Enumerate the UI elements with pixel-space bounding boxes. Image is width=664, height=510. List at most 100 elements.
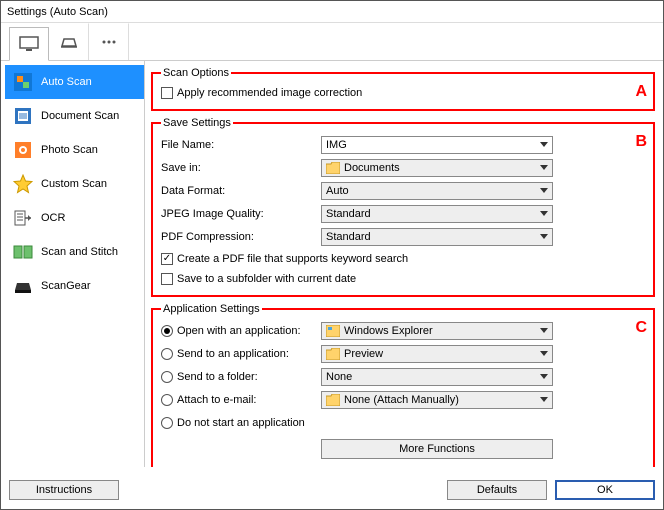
explorer-icon [326,325,340,337]
radio-icon [161,325,173,337]
open-with-radio[interactable]: Open with an application: [161,321,321,341]
send-to-folder-label: Send to a folder: [177,371,258,383]
chevron-down-icon [536,323,552,339]
sidebar-item-custom-scan[interactable]: Custom Scan [5,167,144,201]
document-scan-icon [13,106,33,126]
send-to-folder-radio[interactable]: Send to a folder: [161,367,321,387]
chevron-down-icon [536,229,552,245]
sidebar-item-label: Document Scan [41,110,119,122]
auto-scan-icon [13,72,33,92]
annotation-b: B [635,133,647,151]
do-not-start-radio[interactable]: Do not start an application [161,413,321,433]
send-to-app-value: Preview [344,348,383,360]
checkbox-icon [161,87,173,99]
save-subfolder-label: Save to a subfolder with current date [177,273,356,285]
folder-icon [326,348,340,360]
ok-button[interactable]: OK [555,480,655,500]
open-with-combo[interactable]: Windows Explorer [321,322,553,340]
chevron-down-icon [536,183,552,199]
data-format-combo[interactable]: Auto [321,182,553,200]
create-pdf-keyword-checkbox[interactable]: ✓ Create a PDF file that supports keywor… [161,249,645,269]
photo-scan-icon [13,140,33,160]
ocr-icon [13,208,33,228]
sidebar-item-label: ScanGear [41,280,91,292]
save-in-value: Documents [344,162,400,174]
data-format-value: Auto [326,185,349,197]
attach-email-radio[interactable]: Attach to e-mail: [161,390,321,410]
send-to-folder-value: None [326,371,352,383]
pdf-compression-label: PDF Compression: [161,231,321,243]
content-area: Auto Scan Document Scan Photo Scan Custo… [1,61,663,467]
data-format-label: Data Format: [161,185,321,197]
tab-more[interactable] [89,23,129,60]
window-title: Settings (Auto Scan) [1,1,663,23]
scan-options-group: Scan Options A Apply recommended image c… [151,67,655,111]
save-settings-legend: Save Settings [161,117,233,129]
sidebar-item-label: Auto Scan [41,76,92,88]
scanner-icon [59,34,79,50]
more-functions-button[interactable]: More Functions [321,439,553,459]
chevron-down-icon [536,392,552,408]
annotation-c: C [635,319,647,337]
send-to-app-radio[interactable]: Send to an application: [161,344,321,364]
send-to-app-combo[interactable]: Preview [321,345,553,363]
create-pdf-label: Create a PDF file that supports keyword … [177,253,408,265]
open-with-value: Windows Explorer [344,325,433,337]
chevron-down-icon [536,206,552,222]
dots-icon [99,34,119,50]
sidebar-item-ocr[interactable]: OCR [5,201,144,235]
sidebar-item-auto-scan[interactable]: Auto Scan [5,65,144,99]
chevron-down-icon [536,369,552,385]
defaults-button[interactable]: Defaults [447,480,547,500]
application-settings-legend: Application Settings [161,303,262,315]
chevron-down-icon [536,346,552,362]
stitch-icon [13,242,33,262]
sidebar: Auto Scan Document Scan Photo Scan Custo… [1,61,145,467]
toolbar [1,23,663,61]
apply-correction-checkbox[interactable]: Apply recommended image correction [161,83,645,103]
chevron-down-icon [536,160,552,176]
folder-icon [326,394,340,406]
attach-email-combo[interactable]: None (Attach Manually) [321,391,553,409]
send-to-folder-combo[interactable]: None [321,368,553,386]
instructions-button[interactable]: Instructions [9,480,119,500]
footer: Instructions Defaults OK [1,471,663,509]
star-icon [13,174,33,194]
save-settings-group: Save Settings B File Name: IMG Save in: [151,117,655,297]
save-subfolder-checkbox[interactable]: Save to a subfolder with current date [161,269,645,289]
sidebar-item-photo-scan[interactable]: Photo Scan [5,133,144,167]
do-not-start-label: Do not start an application [177,417,305,429]
sidebar-item-document-scan[interactable]: Document Scan [5,99,144,133]
checkbox-icon: ✓ [161,253,173,265]
pdf-compression-value: Standard [326,231,371,243]
scan-options-legend: Scan Options [161,67,231,79]
sidebar-item-scan-and-stitch[interactable]: Scan and Stitch [5,235,144,269]
file-name-combo[interactable]: IMG [321,136,553,154]
settings-window: Settings (Auto Scan) Auto Sca [0,0,664,510]
tab-scan-from-computer[interactable] [9,27,49,61]
application-settings-group: Application Settings C Open with an appl… [151,303,655,467]
attach-email-value: None (Attach Manually) [344,394,459,406]
scangear-icon [13,276,33,296]
send-to-app-label: Send to an application: [177,348,289,360]
save-in-label: Save in: [161,162,321,174]
jpeg-quality-combo[interactable]: Standard [321,205,553,223]
pdf-compression-combo[interactable]: Standard [321,228,553,246]
apply-correction-label: Apply recommended image correction [177,87,362,99]
save-in-combo[interactable]: Documents [321,159,553,177]
sidebar-item-label: Custom Scan [41,178,107,190]
sidebar-item-label: Photo Scan [41,144,98,156]
radio-icon [161,371,173,383]
sidebar-item-label: OCR [41,212,65,224]
radio-icon [161,394,173,406]
attach-email-label: Attach to e-mail: [177,394,256,406]
folder-icon [326,162,340,174]
radio-icon [161,348,173,360]
tab-scan-from-device[interactable] [49,23,89,60]
file-name-value: IMG [326,139,347,151]
checkbox-icon [161,273,173,285]
main-panel: Scan Options A Apply recommended image c… [145,61,663,467]
sidebar-item-scangear[interactable]: ScanGear [5,269,144,303]
open-with-label: Open with an application: [177,325,301,337]
jpeg-quality-value: Standard [326,208,371,220]
